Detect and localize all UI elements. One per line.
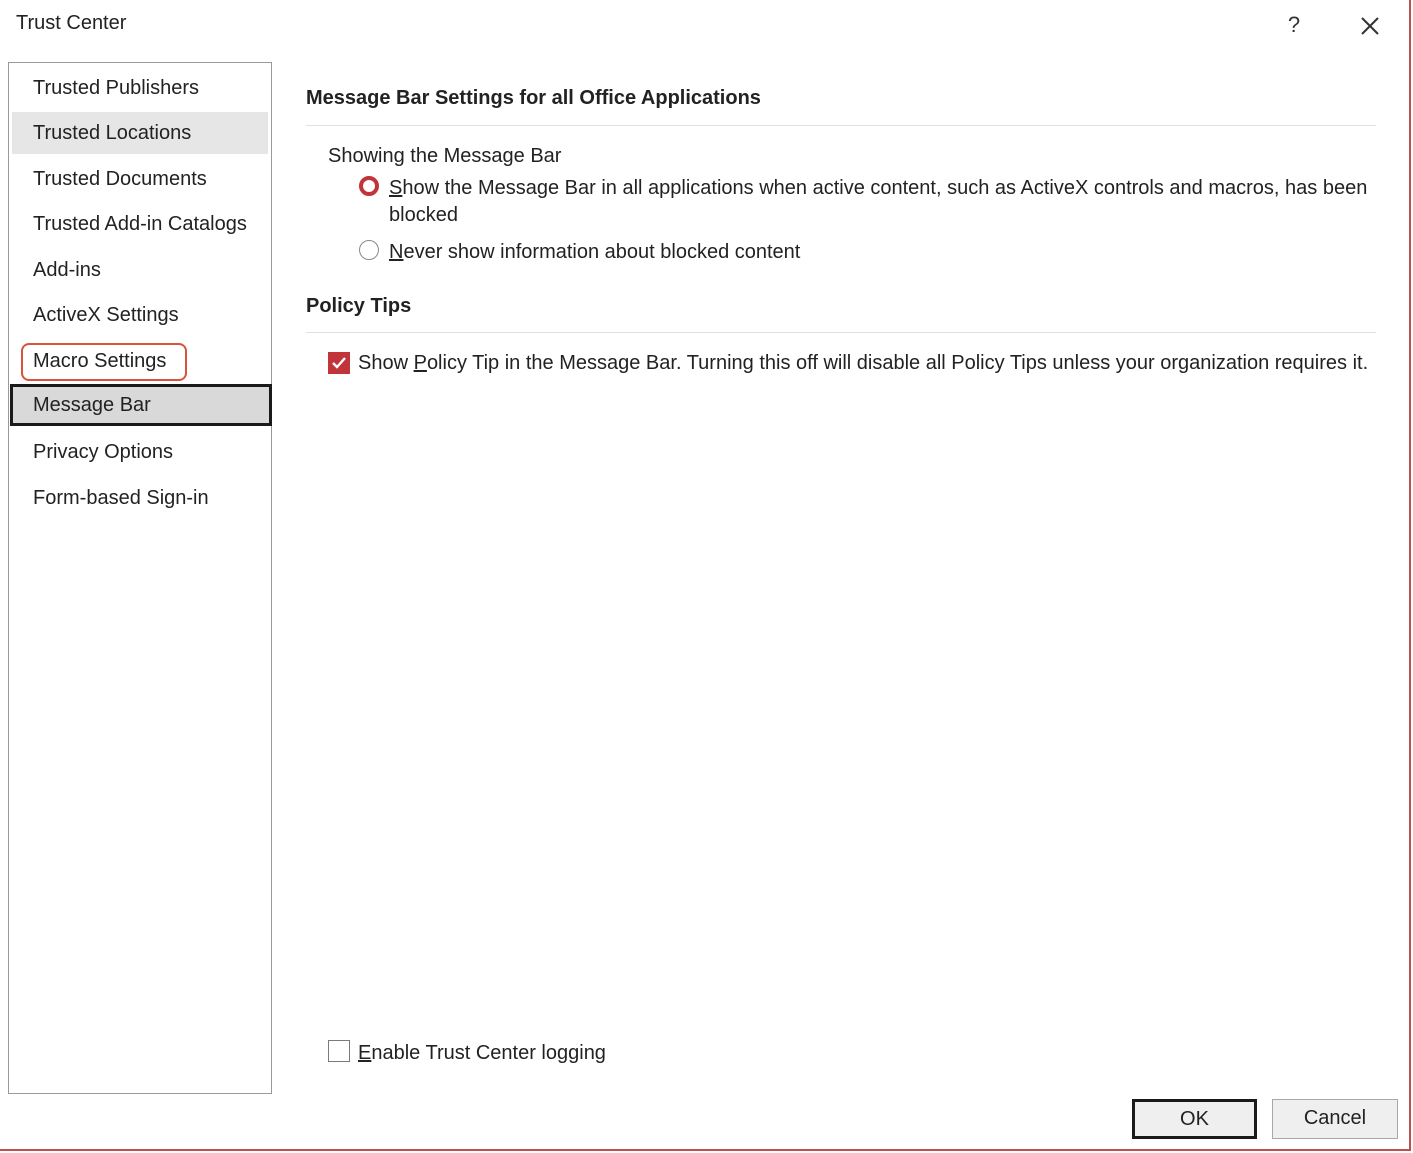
sidebar-item-trusted-publishers[interactable]: Trusted Publishers	[12, 67, 268, 109]
radio-never-show[interactable]	[359, 240, 379, 260]
trust-center-logging-checkbox[interactable]	[328, 1040, 350, 1062]
trust-center-dialog: Trust Center ? Trusted Publishers Truste…	[0, 0, 1411, 1151]
close-button[interactable]	[1356, 12, 1384, 40]
radio-show-message-bar-label[interactable]: Show the Message Bar in all applications…	[389, 177, 1367, 200]
sidebar-item-form-based-sign-in[interactable]: Form-based Sign-in	[12, 477, 268, 519]
section-divider	[306, 332, 1376, 333]
policy-tip-checkbox[interactable]	[328, 352, 350, 374]
sidebar-item-activex-settings[interactable]: ActiveX Settings	[12, 294, 268, 336]
sidebar-item-message-bar[interactable]: Message Bar	[10, 384, 272, 426]
radio-never-show-label[interactable]: Never show information about blocked con…	[389, 241, 800, 264]
sidebar-item-trusted-documents[interactable]: Trusted Documents	[12, 158, 268, 200]
sidebar-item-trusted-locations[interactable]: Trusted Locations	[12, 112, 268, 154]
sidebar-item-trusted-add-in-catalogs[interactable]: Trusted Add-in Catalogs	[12, 203, 268, 245]
trust-center-logging-label[interactable]: Enable Trust Center logging	[358, 1042, 606, 1065]
policy-tips-heading: Policy Tips	[306, 295, 412, 317]
policy-tip-checkbox-label[interactable]: Show Policy Tip in the Message Bar. Turn…	[358, 352, 1368, 375]
sidebar-item-privacy-options[interactable]: Privacy Options	[12, 431, 268, 473]
showing-message-bar-label: Showing the Message Bar	[328, 145, 562, 167]
cancel-button[interactable]: Cancel	[1272, 1099, 1398, 1139]
radio-show-message-bar[interactable]	[359, 176, 379, 196]
sidebar-item-add-ins[interactable]: Add-ins	[12, 249, 268, 291]
checkmark-icon	[332, 357, 346, 369]
dialog-title: Trust Center	[16, 12, 127, 34]
message-bar-section-heading: Message Bar Settings for all Office Appl…	[306, 87, 761, 109]
help-button[interactable]: ?	[1280, 10, 1308, 40]
macro-settings-highlight	[21, 343, 187, 381]
close-icon	[1361, 17, 1379, 35]
sidebar-nav: Trusted Publishers Trusted Locations Tru…	[8, 62, 272, 1094]
radio-show-message-bar-label-wrap[interactable]: blocked	[389, 204, 458, 227]
section-divider	[306, 125, 1376, 126]
ok-button[interactable]: OK	[1132, 1099, 1257, 1139]
